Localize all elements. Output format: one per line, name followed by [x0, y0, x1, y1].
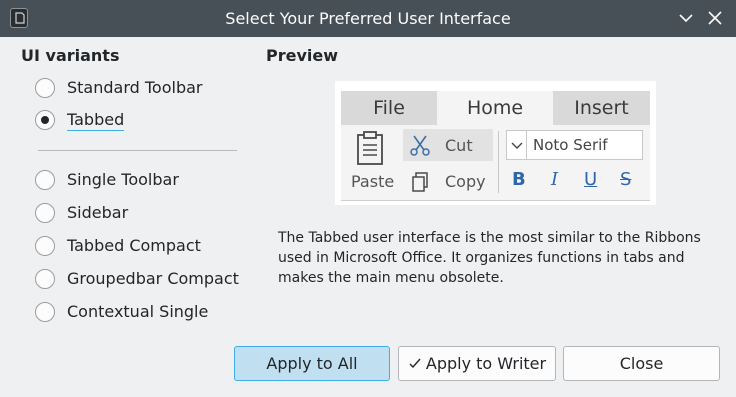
variant-description: The Tabbed user interface is the most si… [278, 230, 701, 286]
copy-icon [412, 172, 428, 192]
radio-label-sidebar[interactable]: Sidebar [67, 202, 128, 224]
apply-to-all-button[interactable]: Apply to All [234, 346, 390, 381]
chevron-down-icon [507, 131, 527, 159]
radio-tabbed-compact[interactable] [35, 236, 55, 256]
strikethrough-icon: S [620, 169, 632, 190]
font-name-box: Noto Serif [506, 130, 643, 160]
close-icon[interactable] [705, 8, 725, 28]
separator [38, 150, 237, 151]
radio-label-single-toolbar[interactable]: Single Toolbar [67, 169, 179, 191]
paste-label: Paste [351, 172, 395, 191]
dialog-content: UI variants Preview Standard Toolbar Tab… [0, 37, 736, 397]
italic-icon: I [551, 169, 559, 190]
cut-label: Cut [445, 136, 473, 155]
radio-groupedbar-compact[interactable] [35, 269, 55, 289]
paste-icon [357, 131, 383, 165]
apply-to-writer-button[interactable]: Apply to Writer [398, 346, 556, 381]
radio-selected-dot [41, 116, 49, 124]
minimize-chevron-icon[interactable] [676, 8, 696, 28]
title-bar[interactable]: Select Your Preferred User Interface [0, 0, 736, 37]
scissors-icon [410, 135, 430, 156]
radio-single-toolbar[interactable] [35, 170, 55, 190]
preview-tab-insert: Insert [574, 97, 629, 119]
ui-variants-heading: UI variants [21, 46, 120, 65]
radio-label-tabbed[interactable]: Tabbed [67, 109, 125, 131]
underline-icon: U [584, 169, 598, 190]
preview-separator [498, 131, 499, 193]
checkmark-icon [409, 358, 421, 369]
bold-icon: B [512, 169, 526, 190]
preview-tab-bar: File Home Insert [341, 91, 650, 125]
radio-contextual-single[interactable] [35, 302, 55, 322]
apply-to-writer-label: Apply to Writer [425, 354, 547, 373]
preview-image: File Home Insert Paste Cut Copy Noto Ser… [335, 81, 656, 205]
radio-label-standard-toolbar[interactable]: Standard Toolbar [67, 77, 203, 99]
font-name: Noto Serif [533, 136, 608, 154]
preview-ribbon: Paste Cut Copy Noto Serif B I U S [341, 125, 650, 201]
radio-label-groupedbar-compact[interactable]: Groupedbar Compact [67, 268, 239, 290]
preview-tab-home: Home [437, 91, 553, 125]
radio-sidebar[interactable] [35, 203, 55, 223]
preview-heading: Preview [266, 46, 339, 65]
preview-tab-file: File [373, 97, 405, 119]
radio-label-contextual-single[interactable]: Contextual Single [67, 301, 208, 323]
radio-standard-toolbar[interactable] [35, 78, 55, 98]
radio-tabbed[interactable] [35, 110, 55, 130]
radio-label-tabbed-compact[interactable]: Tabbed Compact [67, 235, 201, 257]
copy-label: Copy [445, 172, 486, 191]
window-title: Select Your Preferred User Interface [225, 9, 511, 28]
close-button[interactable]: Close [563, 346, 720, 381]
